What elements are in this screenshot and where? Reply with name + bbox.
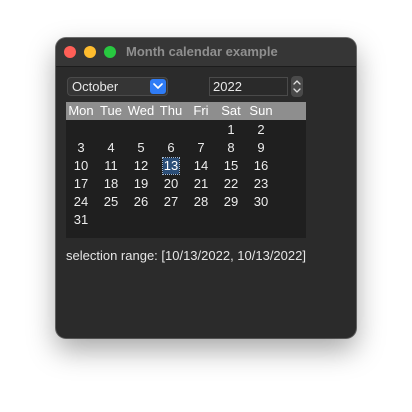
calendar-day-6[interactable]: 6 [156, 139, 186, 157]
dropdown-arrow-icon[interactable] [150, 79, 166, 94]
year-spinbox-value: 2022 [213, 79, 242, 94]
calendar-day-1[interactable]: 1 [216, 121, 246, 139]
calendar-day-2[interactable]: 2 [246, 121, 276, 139]
minimize-window-button[interactable] [84, 46, 96, 58]
calendar-day-20[interactable]: 20 [156, 175, 186, 193]
calendar-day-17[interactable]: 17 [66, 175, 96, 193]
year-spinbox-field[interactable]: 2022 [209, 77, 288, 96]
month-select[interactable]: October [67, 77, 168, 96]
calendar-day-24[interactable]: 24 [66, 193, 96, 211]
calendar-day-23[interactable]: 23 [246, 175, 276, 193]
calendar-day-15[interactable]: 15 [216, 157, 246, 175]
calendar-day-19[interactable]: 19 [126, 175, 156, 193]
calendar-day-18[interactable]: 18 [96, 175, 126, 193]
calendar-day-14[interactable]: 14 [186, 157, 216, 175]
calendar-day-13[interactable]: 13 [156, 157, 186, 175]
calendar-day-10[interactable]: 10 [66, 157, 96, 175]
calendar-day-21[interactable]: 21 [186, 175, 216, 193]
zoom-window-button[interactable] [104, 46, 116, 58]
calendar-day-31[interactable]: 31 [66, 211, 96, 229]
calendar-day-9[interactable]: 9 [246, 139, 276, 157]
weekday-header-sat: Sat [221, 103, 241, 118]
calendar-day-4[interactable]: 4 [96, 139, 126, 157]
month-calendar[interactable]: Mon Tue Wed Thu Fri Sat Sun 1 2 3 4 5 6 7 8 9 10 11 12 13 1… [66, 102, 306, 238]
calendar-day-25[interactable]: 25 [96, 193, 126, 211]
weekday-header-row: Mon Tue Wed Thu Fri Sat Sun [66, 102, 306, 120]
app-window: Month calendar example October 2022 Mon T… [56, 38, 356, 338]
weekday-header-mon: Mon [68, 103, 94, 118]
year-stepper[interactable] [291, 76, 303, 97]
calendar-day-5[interactable]: 5 [126, 139, 156, 157]
selection-range-label: selection range: [10/13/2022, 10/13/2022… [66, 248, 306, 263]
weekday-header-tue: Tue [100, 103, 122, 118]
weekday-header-fri: Fri [193, 103, 209, 118]
calendar-day-22[interactable]: 22 [216, 175, 246, 193]
window-title: Month calendar example [126, 44, 278, 59]
increment-arrow-icon[interactable] [293, 79, 301, 85]
weekday-header-thu: Thu [159, 103, 183, 118]
decrement-arrow-icon[interactable] [293, 88, 301, 94]
calendar-day-12[interactable]: 12 [126, 157, 156, 175]
calendar-day-30[interactable]: 30 [246, 193, 276, 211]
calendar-day-28[interactable]: 28 [186, 193, 216, 211]
calendar-day-8[interactable]: 8 [216, 139, 246, 157]
weekday-header-wed: Wed [127, 103, 155, 118]
calendar-day-7[interactable]: 7 [186, 139, 216, 157]
weekday-header-sun: Sun [249, 103, 273, 118]
calendar-day-27[interactable]: 27 [156, 193, 186, 211]
title-bar[interactable]: Month calendar example [56, 38, 356, 67]
calendar-day-29[interactable]: 29 [216, 193, 246, 211]
calendar-day-16[interactable]: 16 [246, 157, 276, 175]
calendar-day-26[interactable]: 26 [126, 193, 156, 211]
calendar-day-3[interactable]: 3 [66, 139, 96, 157]
calendar-day-11[interactable]: 11 [96, 157, 126, 175]
month-select-value: October [72, 79, 119, 94]
close-window-button[interactable] [64, 46, 76, 58]
